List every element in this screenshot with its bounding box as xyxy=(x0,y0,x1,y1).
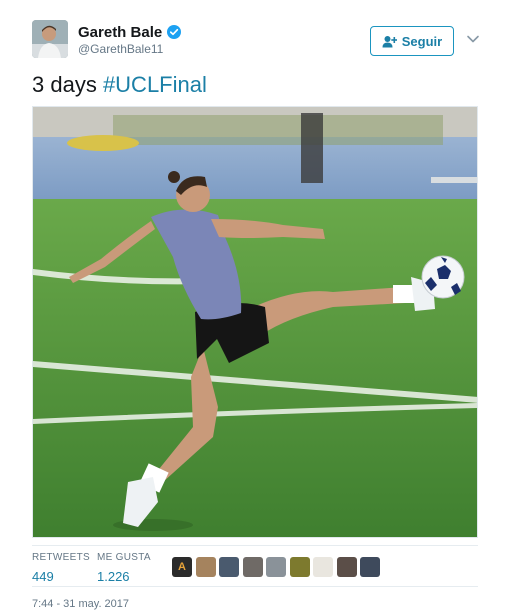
author-handle[interactable]: @GarethBale11 xyxy=(78,42,163,56)
stats-divider-top xyxy=(32,545,478,546)
liker-avatar[interactable] xyxy=(360,557,380,577)
avatar-photo xyxy=(32,20,68,58)
follow-button[interactable]: Seguir xyxy=(370,26,454,56)
chevron-down-icon[interactable] xyxy=(466,34,480,44)
tweet-text: 3 days #UCLFinal xyxy=(32,72,207,98)
retweets-label: RETWEETS xyxy=(32,552,90,563)
tweet-text-body: 3 days xyxy=(32,72,103,97)
author-name-row[interactable]: Gareth Bale xyxy=(78,22,182,42)
liker-avatar[interactable] xyxy=(195,557,216,577)
liker-avatar[interactable] xyxy=(313,557,333,577)
football-player-image xyxy=(33,107,477,537)
retweets-stat[interactable]: RETWEETS 449 xyxy=(32,552,90,584)
author-display-name[interactable]: Gareth Bale xyxy=(78,24,162,41)
likes-label: ME GUSTA xyxy=(97,552,151,563)
retweets-count[interactable]: 449 xyxy=(32,569,90,584)
liker-avatar[interactable] xyxy=(219,557,239,577)
liker-avatar[interactable] xyxy=(289,557,310,577)
tweet-media-photo[interactable] xyxy=(32,106,478,538)
liker-avatar[interactable] xyxy=(242,557,263,577)
add-user-icon xyxy=(382,35,397,47)
follow-button-label: Seguir xyxy=(401,33,443,49)
liker-avatar[interactable] xyxy=(336,557,357,577)
likes-stat[interactable]: ME GUSTA 1.226 xyxy=(97,552,151,584)
stats-divider-bottom xyxy=(32,586,478,587)
tweet-timestamp[interactable]: 7:44 - 31 may. 2017 xyxy=(32,598,129,610)
likes-count[interactable]: 1.226 xyxy=(97,569,151,584)
liker-avatars: A xyxy=(172,557,384,577)
liker-avatar[interactable]: A xyxy=(172,557,192,577)
verified-badge-icon xyxy=(167,25,182,39)
tweet-header: Gareth Bale @GarethBale11 Seguir xyxy=(0,0,510,70)
hashtag-link[interactable]: #UCLFinal xyxy=(103,72,207,97)
liker-avatar[interactable] xyxy=(266,557,286,577)
author-avatar[interactable] xyxy=(32,20,68,58)
